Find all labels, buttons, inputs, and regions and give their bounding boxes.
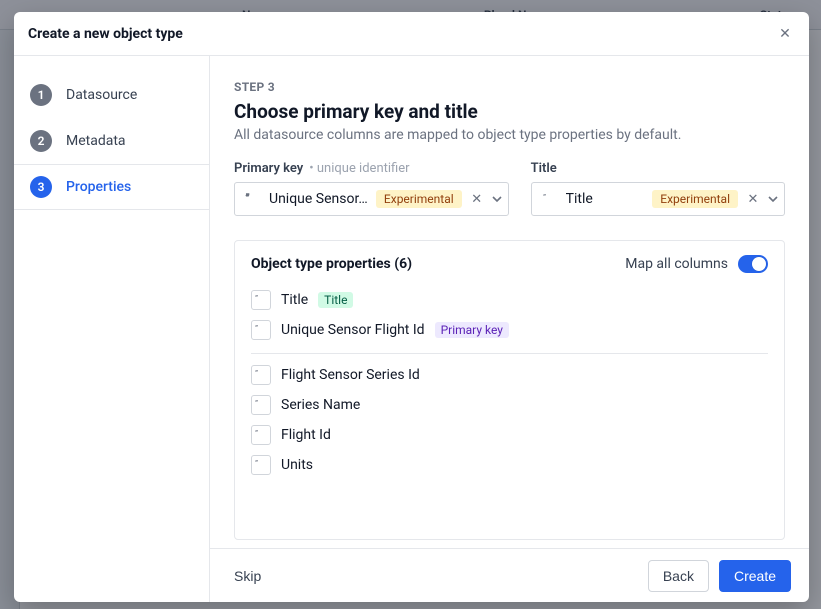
- app-viewport: Name Plural Name Status Create a new obj…: [0, 0, 821, 609]
- clear-icon[interactable]: ✕: [470, 192, 484, 207]
- field-label: Title: [531, 161, 785, 176]
- step-properties[interactable]: 3 Properties: [14, 164, 209, 210]
- pk-hint: • unique identifier: [309, 161, 409, 176]
- step-label: Metadata: [66, 133, 126, 149]
- modal-header: Create a new object type ✕: [14, 12, 809, 56]
- string-icon: ”: [251, 290, 271, 310]
- skip-button[interactable]: Skip: [228, 564, 267, 588]
- title-select[interactable]: ” Title Experimental ✕: [531, 182, 785, 216]
- svg-text:”: ”: [255, 295, 258, 303]
- primary-key-badge: Primary key: [435, 322, 509, 338]
- property-name: Title: [281, 292, 308, 308]
- property-row[interactable]: ” Flight Id: [251, 420, 768, 450]
- divider: [251, 353, 768, 354]
- property-name: Series Name: [281, 397, 360, 413]
- content-scroll: STEP 3 Choose primary key and title All …: [210, 56, 809, 548]
- property-name: Flight Sensor Series Id: [281, 367, 420, 383]
- step-badge: 2: [30, 130, 52, 152]
- property-row[interactable]: ” Units: [251, 450, 768, 480]
- string-icon: ”: [243, 190, 261, 208]
- title-field: Title ” Title Experimental ✕: [531, 161, 785, 216]
- pk-label: Primary key: [234, 161, 303, 176]
- title-badge: Title: [318, 292, 353, 308]
- string-icon: ”: [251, 395, 271, 415]
- modal-footer: Skip Back Create: [210, 548, 809, 602]
- chevron-down-icon[interactable]: [768, 194, 778, 204]
- svg-text:”: ”: [255, 400, 258, 408]
- string-icon: ”: [251, 425, 271, 445]
- svg-text:”: ”: [246, 194, 249, 202]
- content-subheading: All datasource columns are mapped to obj…: [234, 127, 785, 143]
- clear-icon[interactable]: ✕: [746, 192, 760, 207]
- content-col: STEP 3 Choose primary key and title All …: [210, 56, 809, 602]
- string-icon: ”: [251, 320, 271, 340]
- step-datasource[interactable]: 1 Datasource: [30, 72, 209, 118]
- string-icon: ”: [251, 455, 271, 475]
- svg-text:”: ”: [255, 430, 258, 438]
- step-badge: 3: [30, 176, 52, 198]
- property-row[interactable]: ” Unique Sensor Flight Id Primary key: [251, 315, 768, 345]
- pk-value: Unique Sensor…: [269, 191, 368, 207]
- property-row[interactable]: ” Series Name: [251, 390, 768, 420]
- property-row[interactable]: ” Title Title: [251, 285, 768, 315]
- step-metadata[interactable]: 2 Metadata: [30, 118, 209, 164]
- property-row[interactable]: ” Flight Sensor Series Id: [251, 360, 768, 390]
- props-header: Object type properties (6) Map all colum…: [251, 255, 768, 273]
- primary-key-field: Primary key • unique identifier ” Unique…: [234, 161, 509, 216]
- field-label: Primary key • unique identifier: [234, 161, 509, 176]
- map-all-toggle[interactable]: Map all columns: [625, 255, 768, 273]
- property-name: Unique Sensor Flight Id: [281, 322, 425, 338]
- experimental-badge: Experimental: [652, 190, 738, 208]
- properties-card: Object type properties (6) Map all colum…: [234, 240, 785, 540]
- title-label: Title: [531, 161, 557, 176]
- primary-key-select[interactable]: ” Unique Sensor… Experimental ✕: [234, 182, 509, 216]
- string-icon: ”: [251, 365, 271, 385]
- close-icon[interactable]: ✕: [775, 24, 795, 44]
- toggle-switch[interactable]: [738, 255, 768, 273]
- chevron-down-icon[interactable]: [492, 194, 502, 204]
- steps-sidebar: 1 Datasource 2 Metadata 3 Properties: [14, 56, 210, 602]
- modal-title: Create a new object type: [28, 26, 183, 42]
- footer-right: Back Create: [648, 560, 791, 592]
- content-heading: Choose primary key and title: [234, 100, 785, 123]
- experimental-badge: Experimental: [376, 190, 462, 208]
- property-name: Units: [281, 457, 313, 473]
- step-label: Datasource: [66, 87, 137, 103]
- map-all-label: Map all columns: [625, 256, 728, 272]
- step-caption: STEP 3: [234, 80, 785, 94]
- modal-body: 1 Datasource 2 Metadata 3 Properties STE…: [14, 56, 809, 602]
- svg-text:”: ”: [255, 460, 258, 468]
- svg-text:”: ”: [255, 370, 258, 378]
- string-icon: ”: [540, 190, 558, 208]
- property-name: Flight Id: [281, 427, 331, 443]
- create-object-type-modal: Create a new object type ✕ 1 Datasource …: [14, 12, 809, 602]
- step-badge: 1: [30, 84, 52, 106]
- svg-text:”: ”: [543, 194, 546, 202]
- svg-text:”: ”: [255, 325, 258, 333]
- props-title: Object type properties (6): [251, 256, 412, 272]
- field-row: Primary key • unique identifier ” Unique…: [234, 161, 785, 216]
- create-button[interactable]: Create: [719, 560, 791, 592]
- title-value: Title: [566, 191, 645, 207]
- back-button[interactable]: Back: [648, 560, 709, 592]
- step-label: Properties: [66, 179, 131, 195]
